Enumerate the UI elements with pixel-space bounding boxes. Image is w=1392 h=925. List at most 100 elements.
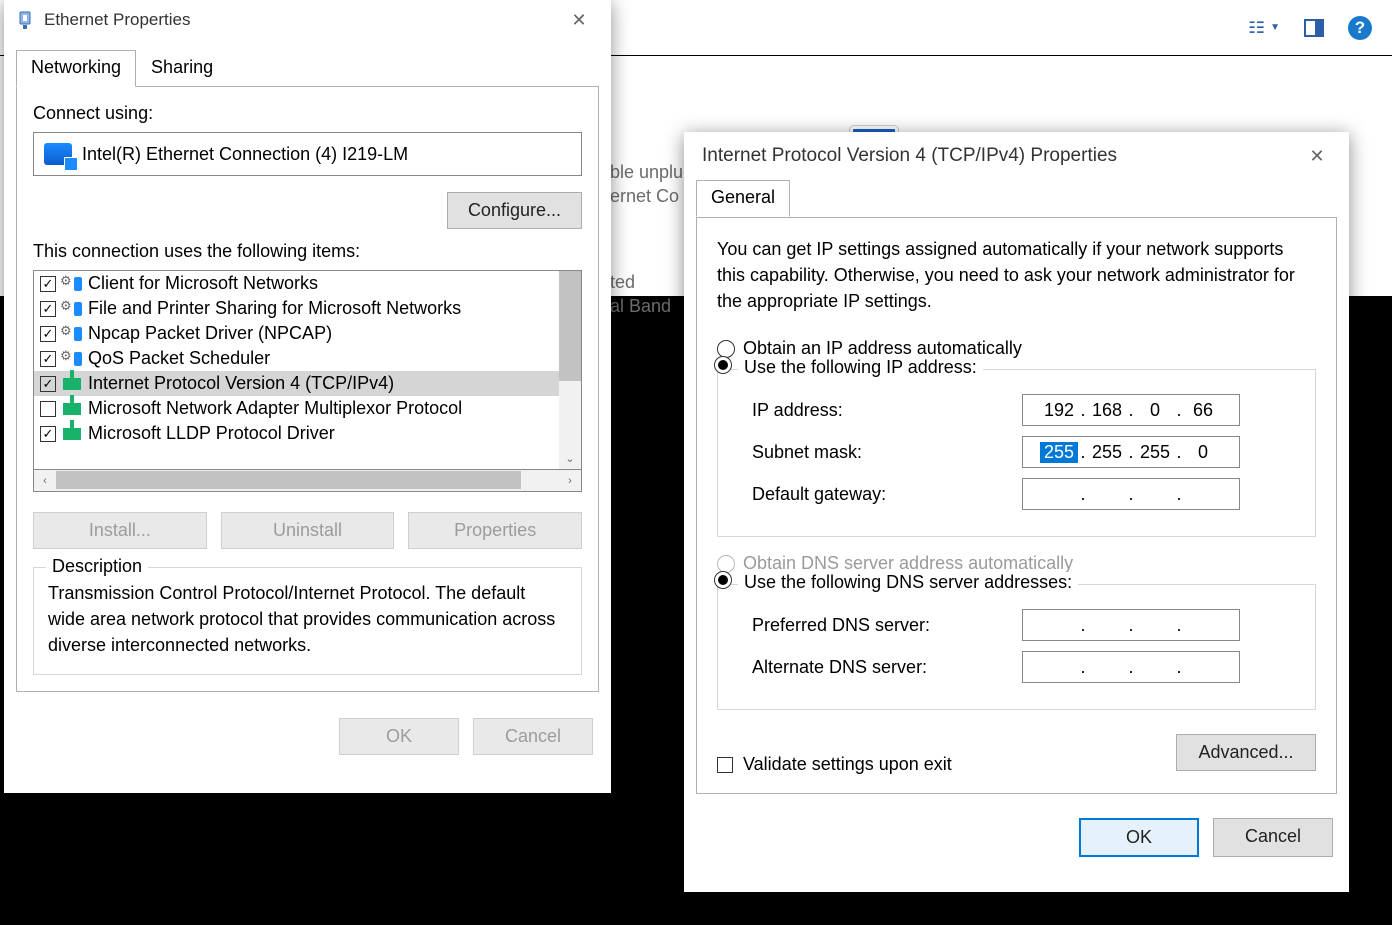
checkbox-icon[interactable]: ✓ xyxy=(40,351,56,367)
default-gateway-label: Default gateway: xyxy=(752,484,1022,505)
dialog-titlebar[interactable]: Ethernet Properties ✕ xyxy=(4,0,611,40)
use-ip-group: Use the following IP address: IP address… xyxy=(717,369,1316,537)
adapter-left2-status-partial: ted xyxy=(610,272,635,293)
checkbox-icon[interactable]: ✓ xyxy=(40,301,56,317)
list-item-label: Microsoft LLDP Protocol Driver xyxy=(88,423,335,444)
description-text: Transmission Control Protocol/Internet P… xyxy=(48,580,567,658)
protocol-icon xyxy=(62,399,82,419)
connect-using-label: Connect using: xyxy=(33,103,582,124)
list-item[interactable]: ✓ ⚙ QoS Packet Scheduler xyxy=(34,346,581,371)
list-item[interactable]: ✓ ⚙ Client for Microsoft Networks xyxy=(34,271,581,296)
mask-octet-4[interactable]: 0 xyxy=(1184,442,1222,463)
preferred-dns-input[interactable]: . . . xyxy=(1022,609,1240,641)
install-button[interactable]: Install... xyxy=(33,512,207,549)
tab-body-networking: Connect using: Intel(R) Ethernet Connect… xyxy=(16,86,599,692)
description-legend: Description xyxy=(46,556,148,577)
help-icon[interactable]: ? xyxy=(1348,16,1372,40)
items-label: This connection uses the following items… xyxy=(33,241,582,262)
ip-octet-2[interactable]: 168 xyxy=(1088,400,1126,421)
list-item-label: File and Printer Sharing for Microsoft N… xyxy=(88,298,461,319)
checkbox-icon[interactable]: ✓ xyxy=(40,276,56,292)
radio-use-ip-label[interactable]: Use the following IP address: xyxy=(738,357,983,378)
hscrollbar[interactable]: ‹ › xyxy=(33,470,582,492)
checkbox-icon[interactable]: ✓ xyxy=(40,426,56,442)
tab-networking[interactable]: Networking xyxy=(16,50,136,87)
tab-general[interactable]: General xyxy=(696,180,790,217)
close-button[interactable]: ✕ xyxy=(555,4,603,36)
preview-pane-icon[interactable] xyxy=(1298,12,1330,44)
radio-auto-dns: Obtain DNS server address automatically xyxy=(717,553,1316,574)
mask-octet-2[interactable]: 255 xyxy=(1088,442,1126,463)
list-item[interactable]: Microsoft Network Adapter Multiplexor Pr… xyxy=(34,396,581,421)
service-icon: ⚙ xyxy=(62,349,82,369)
radio-auto-dns-label: Obtain DNS server address automatically xyxy=(743,553,1073,574)
radio-icon[interactable] xyxy=(714,356,732,374)
service-icon: ⚙ xyxy=(62,324,82,344)
checkbox-icon xyxy=(717,757,733,773)
list-item[interactable]: ✓ ⚙ File and Printer Sharing for Microsoft… xyxy=(34,296,581,321)
use-dns-group: Use the following DNS server addresses: … xyxy=(717,584,1316,710)
radio-icon[interactable] xyxy=(714,571,732,589)
uninstall-button[interactable]: Uninstall xyxy=(221,512,395,549)
protocol-icon xyxy=(62,374,82,394)
dialog-titlebar[interactable]: Internet Protocol Version 4 (TCP/IPv4) P… xyxy=(684,132,1349,180)
mask-octet-1[interactable]: 255 xyxy=(1040,442,1078,463)
validate-settings-checkbox[interactable]: Validate settings upon exit xyxy=(717,754,952,775)
hscroll-left-icon[interactable]: ‹ xyxy=(34,470,56,492)
ip-octet-4[interactable]: 66 xyxy=(1184,400,1222,421)
tab-sharing[interactable]: Sharing xyxy=(136,50,228,87)
alternate-dns-label: Alternate DNS server: xyxy=(752,657,1022,678)
cancel-button[interactable]: Cancel xyxy=(473,718,593,755)
nic-icon xyxy=(44,143,72,165)
service-icon: ⚙ xyxy=(62,299,82,319)
cancel-button[interactable]: Cancel xyxy=(1213,818,1333,857)
hscroll-right-icon[interactable]: › xyxy=(559,470,581,492)
list-item[interactable]: ✓ Microsoft LLDP Protocol Driver xyxy=(34,421,581,446)
connection-items-list[interactable]: ⌄ ✓ ⚙ Client for Microsoft Networks ✓ ⚙ File … xyxy=(33,270,582,470)
adapter-left-desc-partial: ernet Co xyxy=(610,186,679,207)
intro-text: You can get IP settings assigned automat… xyxy=(717,236,1316,314)
radio-auto-ip[interactable]: Obtain an IP address automatically xyxy=(717,338,1316,359)
list-item-label: Client for Microsoft Networks xyxy=(88,273,318,294)
ip-octet-3[interactable]: 0 xyxy=(1136,400,1174,421)
list-item-label: Npcap Packet Driver (NPCAP) xyxy=(88,323,332,344)
properties-button[interactable]: Properties xyxy=(408,512,582,549)
checkbox-icon[interactable]: ✓ xyxy=(40,376,56,392)
default-gateway-input[interactable]: . . . xyxy=(1022,478,1240,510)
vscrollbar-down-icon[interactable]: ⌄ xyxy=(559,447,581,469)
dialog-title: Internet Protocol Version 4 (TCP/IPv4) P… xyxy=(702,145,1117,167)
list-item[interactable]: ✓ Internet Protocol Version 4 (TCP/IPv4) xyxy=(34,371,581,396)
close-button[interactable]: ✕ xyxy=(1293,140,1341,172)
ip-address-input[interactable]: 192. 168. 0. 66 xyxy=(1022,394,1240,426)
ok-button[interactable]: OK xyxy=(1079,818,1199,857)
validate-settings-label: Validate settings upon exit xyxy=(743,754,952,775)
ip-octet-1[interactable]: 192 xyxy=(1040,400,1078,421)
view-options-icon[interactable]: ▼ xyxy=(1248,12,1280,44)
list-item-label: Microsoft Network Adapter Multiplexor Pr… xyxy=(88,398,462,419)
tabs-row: Networking Sharing xyxy=(4,40,611,87)
checkbox-icon[interactable] xyxy=(40,401,56,417)
advanced-button[interactable]: Advanced... xyxy=(1176,734,1316,771)
radio-icon xyxy=(717,555,735,573)
adapter-box[interactable]: Intel(R) Ethernet Connection (4) I219-LM xyxy=(33,132,582,176)
radio-use-dns-label[interactable]: Use the following DNS server addresses: xyxy=(738,572,1078,593)
radio-auto-ip-label: Obtain an IP address automatically xyxy=(743,338,1022,359)
ip-address-label: IP address: xyxy=(752,400,1022,421)
mask-octet-3[interactable]: 255 xyxy=(1136,442,1174,463)
list-item-label: Internet Protocol Version 4 (TCP/IPv4) xyxy=(88,373,394,394)
adapter-left2-desc-partial: al Band xyxy=(610,296,671,317)
alternate-dns-input[interactable]: . . . xyxy=(1022,651,1240,683)
checkbox-icon[interactable]: ✓ xyxy=(40,326,56,342)
list-item-label: QoS Packet Scheduler xyxy=(88,348,270,369)
list-item[interactable]: ✓ ⚙ Npcap Packet Driver (NPCAP) xyxy=(34,321,581,346)
service-icon: ⚙ xyxy=(62,274,82,294)
adapter-name: Intel(R) Ethernet Connection (4) I219-LM xyxy=(82,144,408,165)
ipv4-properties-dialog: Internet Protocol Version 4 (TCP/IPv4) P… xyxy=(684,132,1349,892)
vscrollbar-thumb[interactable] xyxy=(559,271,581,381)
description-fieldset: Description Transmission Control Protoco… xyxy=(33,567,582,675)
hscrollbar-thumb[interactable] xyxy=(56,471,521,489)
subnet-mask-input[interactable]: 255. 255. 255. 0 xyxy=(1022,436,1240,468)
subnet-mask-label: Subnet mask: xyxy=(752,442,1022,463)
configure-button[interactable]: Configure... xyxy=(447,192,582,229)
ok-button[interactable]: OK xyxy=(339,718,459,755)
